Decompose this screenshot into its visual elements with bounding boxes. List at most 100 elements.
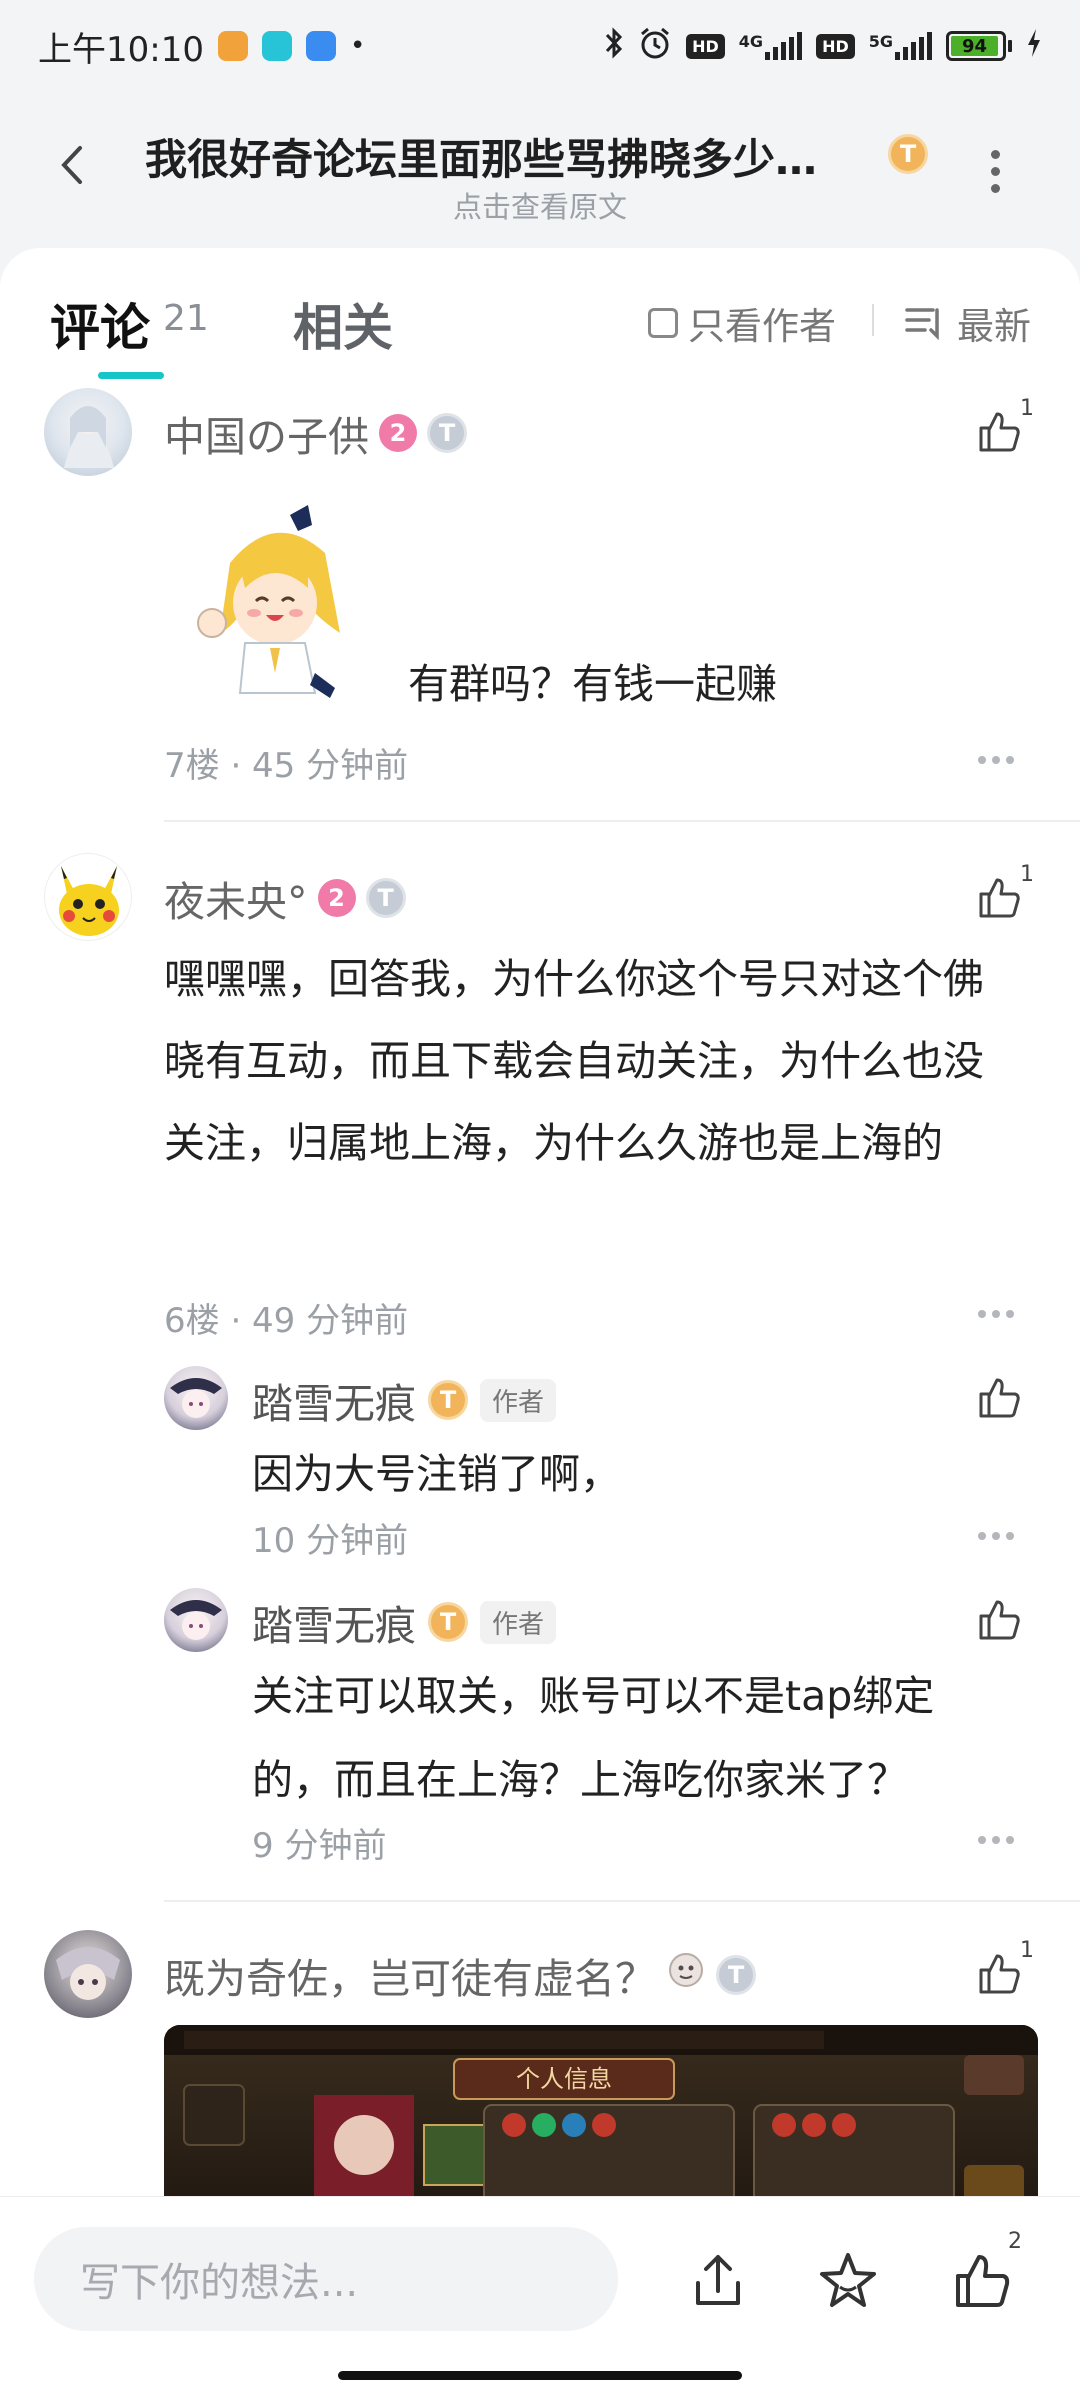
comment-text: 嘿嘿嘿，回答我，为什么你这个号只对这个佛晓有互动，而且下载会自动关注，为什么也没… — [164, 955, 984, 1167]
avatar[interactable] — [44, 1930, 132, 2018]
tap-badge-icon: T — [428, 1380, 468, 1420]
author-only-toggle[interactable]: 只看作者 — [648, 296, 836, 350]
signal-4g: 4G — [739, 32, 803, 60]
back-arrow-icon — [61, 146, 82, 184]
like-button[interactable] — [975, 874, 1023, 922]
level-badge-icon: 2 — [379, 414, 417, 452]
status-time: 上午10:10 — [38, 29, 204, 70]
avatar[interactable] — [44, 388, 132, 476]
thumbs-up-icon — [979, 1954, 1020, 1994]
input-placeholder: 写下你的想法... — [80, 2260, 359, 2306]
reply-author[interactable]: 踏雪无痕 T 作者 — [252, 1370, 557, 1430]
reply-more-button[interactable] — [978, 1532, 1018, 1542]
reply-more-button[interactable] — [978, 1836, 1018, 1846]
author-tag: 作者 — [480, 1378, 557, 1422]
thumbs-up-icon — [979, 412, 1020, 452]
tap-badge-icon: T — [427, 413, 467, 453]
thumbs-up-icon — [979, 878, 1020, 918]
app-notification-icon — [217, 31, 248, 61]
status-bar: 上午10:10 • HD 4G HD 5G 94 — [0, 0, 1080, 92]
comment-more-button[interactable] — [978, 756, 1018, 766]
comment-input[interactable]: 写下你的想法... — [34, 2227, 618, 2331]
home-indicator[interactable] — [338, 2371, 742, 2380]
favorite-button[interactable] — [816, 2249, 880, 2313]
like-count: 1 — [1020, 396, 1034, 421]
reply-text: 关注可以取关，账号可以不是tap绑定的，而且在上海？上海吃你家米了？ — [252, 1672, 935, 1804]
tap-badge-icon: T — [888, 134, 928, 174]
image-caption: 个人信息 — [516, 2066, 612, 2093]
share-icon — [696, 2255, 740, 2305]
game-screenshot-image[interactable]: 个人信息 — [164, 2025, 1038, 2225]
tab-comments[interactable]: 评论 — [50, 288, 150, 360]
jd-notification-icon — [305, 31, 336, 61]
like-count: 1 — [1020, 1938, 1034, 1963]
like-button[interactable] — [975, 1374, 1023, 1422]
thumbs-up-icon — [979, 1378, 1020, 1418]
hd-icon: HD — [686, 33, 725, 59]
thumbs-up-icon — [956, 2255, 1010, 2307]
reply-author[interactable]: 踏雪无痕 T 作者 — [252, 1592, 557, 1652]
like-button[interactable] — [975, 408, 1023, 456]
comments-count: 21 — [163, 298, 209, 339]
battery-icon: 94 — [946, 31, 1012, 61]
sort-icon — [905, 308, 939, 340]
reply-meta: 10 分钟前 — [252, 1521, 409, 1561]
divider — [872, 304, 874, 336]
title-bar: 我很好奇论坛里面那些骂拂晓多少… T 点击查看原文 — [0, 92, 1080, 242]
back-button[interactable] — [50, 140, 100, 190]
view-original-link[interactable]: 点击查看原文 — [0, 184, 1080, 226]
author-tag: 作者 — [480, 1600, 557, 1644]
like-post-button[interactable] — [950, 2249, 1014, 2313]
like-button[interactable] — [975, 1950, 1023, 1998]
active-tab-indicator — [98, 372, 164, 379]
alarm-icon — [638, 26, 672, 66]
tap-badge-icon: T — [428, 1602, 468, 1642]
comment-tabs: 评论 21 相关 只看作者 最新 — [0, 248, 1080, 379]
comments-panel: 评论 21 相关 只看作者 最新 中国の子供 2 T 1 有群吗？有钱一起赚 7… — [0, 248, 1080, 2248]
like-count: 1 — [1020, 862, 1034, 887]
author-only-label: 只看作者 — [688, 305, 836, 348]
comment-more-button[interactable] — [978, 1310, 1018, 1320]
tab-related[interactable]: 相关 — [293, 288, 393, 360]
star-icon — [820, 2253, 876, 2307]
chat-notification-icon — [261, 31, 292, 61]
sort-button[interactable]: 最新 — [905, 296, 1031, 350]
comment-meta: 6楼 · 49 分钟前 — [164, 1301, 409, 1341]
like-button[interactable] — [975, 1596, 1023, 1644]
username[interactable]: 既为奇佐，岂可徒有虚名？ — [164, 1945, 656, 2005]
avatar[interactable] — [164, 1366, 228, 1430]
bluetooth-icon — [604, 27, 624, 65]
comment-meta: 7楼 · 45 分钟前 — [164, 746, 409, 786]
tap-badge-icon: T — [716, 1955, 756, 1995]
avatar[interactable] — [164, 1588, 228, 1652]
reply-text: 因为大号注销了啊， — [252, 1450, 621, 1498]
comment-author[interactable]: 夜未央° 2 T — [164, 868, 406, 928]
username[interactable]: 踏雪无痕 — [252, 1592, 416, 1652]
more-options-button[interactable] — [985, 150, 1005, 194]
sort-label: 最新 — [957, 305, 1031, 348]
bottom-bar: 写下你的想法... 2 — [0, 2196, 1080, 2400]
hd-icon-2: HD — [816, 33, 855, 59]
comment-text: 有群吗？有钱一起赚 — [408, 660, 777, 708]
divider — [164, 1900, 1080, 1902]
signal-5g: 5G — [869, 32, 932, 60]
checkbox-icon[interactable] — [648, 308, 678, 338]
comment-author[interactable]: 中国の子供 2 T — [164, 403, 467, 463]
thumbs-up-icon — [979, 1600, 1020, 1640]
username[interactable]: 夜未央° — [164, 868, 308, 928]
reply-meta: 9 分钟前 — [252, 1826, 387, 1866]
post-like-count: 2 — [1008, 2229, 1022, 2254]
charging-icon — [1026, 28, 1042, 64]
level-badge-icon: 2 — [317, 879, 356, 917]
sticker-image — [190, 503, 360, 703]
divider — [164, 820, 1080, 822]
share-button[interactable] — [686, 2249, 750, 2313]
username[interactable]: 踏雪无痕 — [252, 1370, 416, 1430]
post-title[interactable]: 我很好奇论坛里面那些骂拂晓多少… — [145, 126, 865, 187]
medal-icon — [666, 1950, 706, 2000]
comment-author[interactable]: 既为奇佐，岂可徒有虚名？ T — [164, 1945, 756, 2005]
tap-badge-icon: T — [365, 878, 406, 918]
avatar[interactable] — [44, 853, 132, 941]
more-notifications-icon: • — [349, 31, 366, 61]
username[interactable]: 中国の子供 — [164, 403, 369, 463]
